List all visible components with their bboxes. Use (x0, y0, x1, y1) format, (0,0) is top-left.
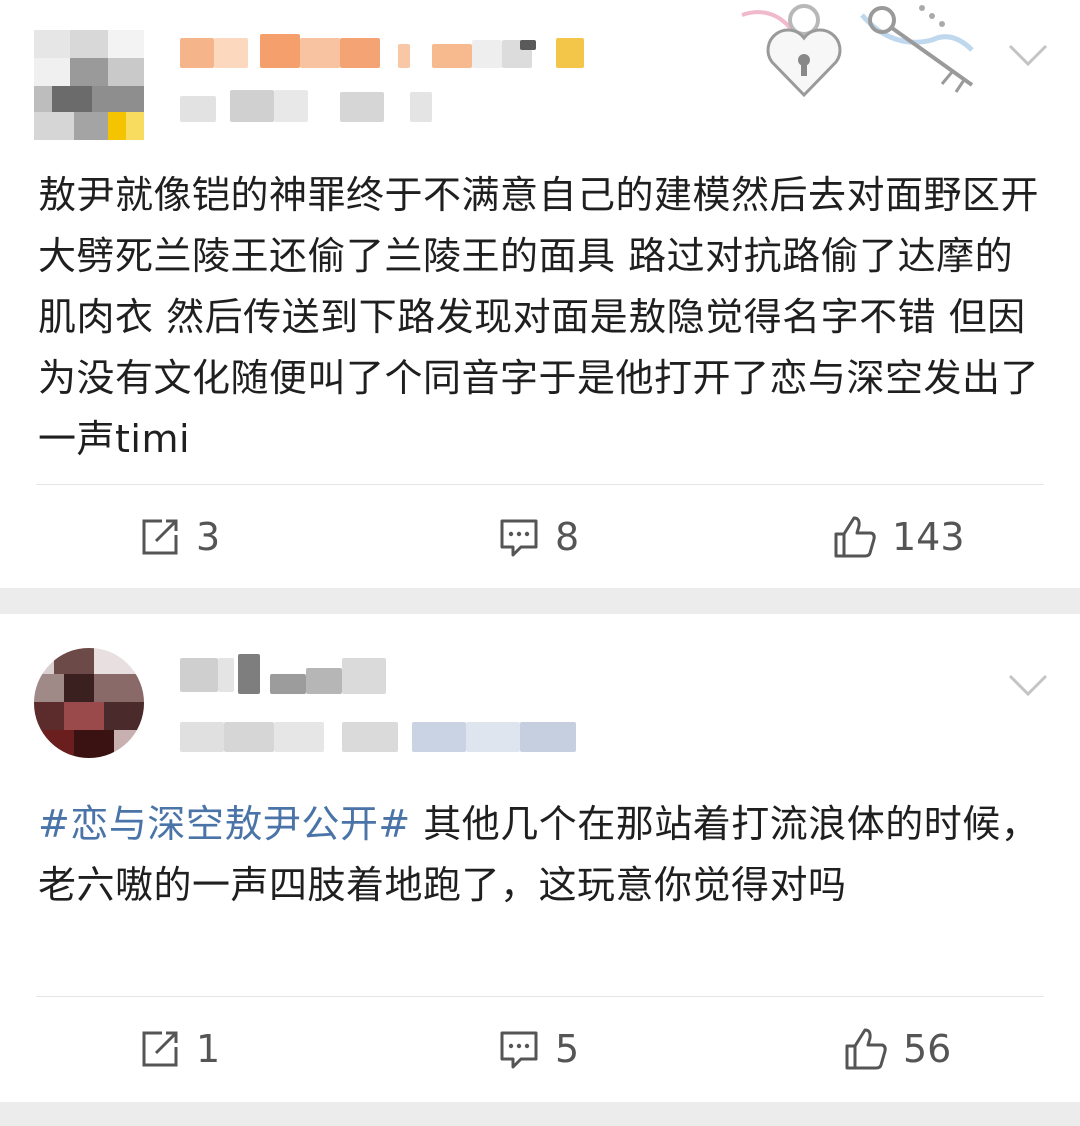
comment-count: 8 (555, 515, 580, 559)
feed-separator (0, 1102, 1080, 1126)
feed-separator (0, 588, 1080, 614)
share-button[interactable]: 1 (138, 1024, 220, 1074)
share-count: 3 (196, 515, 221, 559)
heart-lock-key-icon (741, 4, 974, 98)
comment-icon (500, 1031, 538, 1069)
chevron-down-icon[interactable] (1006, 40, 1050, 70)
share-icon (142, 1031, 178, 1067)
thumbs-up-icon (834, 516, 876, 558)
thumbs-up-icon (845, 1028, 887, 1070)
post-card: 敖尹就像铠的神罪终于不满意自己的建模然后去对面野区开大劈死兰陵王还偷了兰陵王的面… (0, 0, 1080, 588)
avatar[interactable] (34, 30, 144, 140)
chevron-down-icon[interactable] (1006, 670, 1050, 700)
like-button[interactable]: 143 (832, 512, 965, 562)
like-count: 143 (892, 515, 965, 559)
comment-icon (500, 519, 538, 557)
post-body: 敖尹就像铠的神罪终于不满意自己的建模然后去对面野区开大劈死兰陵王还偷了兰陵王的面… (38, 173, 1040, 461)
divider (36, 996, 1044, 997)
share-icon (142, 519, 178, 555)
divider (36, 484, 1044, 485)
comment-button[interactable]: 8 (497, 512, 579, 562)
like-count: 56 (903, 1027, 952, 1071)
like-button[interactable]: 56 (843, 1024, 951, 1074)
comment-button[interactable]: 5 (497, 1024, 579, 1074)
comment-count: 5 (555, 1027, 580, 1071)
post-text: #恋与深空敖尹公开# 其他几个在那站着打流浪体的时候，老六嗷的一声四肢着地跑了，… (38, 794, 1040, 916)
hashtag-link[interactable]: #恋与深空敖尹公开# (38, 802, 411, 846)
share-button[interactable]: 3 (138, 512, 220, 562)
avatar[interactable] (34, 648, 144, 758)
post-text: 敖尹就像铠的神罪终于不满意自己的建模然后去对面野区开大劈死兰陵王还偷了兰陵王的面… (38, 165, 1040, 470)
share-count: 1 (196, 1027, 221, 1071)
post-card: #恋与深空敖尹公开# 其他几个在那站着打流浪体的时候，老六嗷的一声四肢着地跑了，… (0, 614, 1080, 1102)
